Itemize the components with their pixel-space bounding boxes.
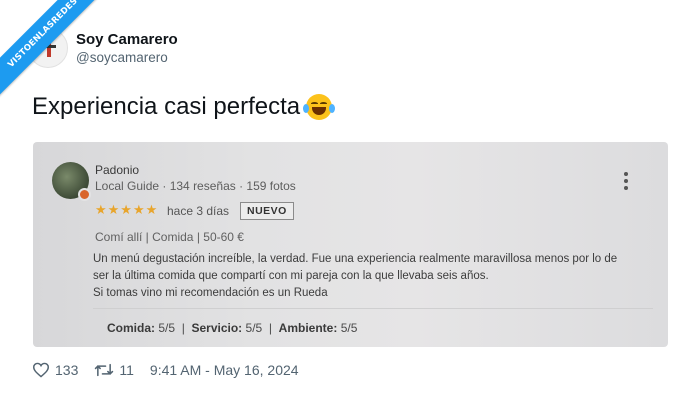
rating-value: 5/5 bbox=[340, 321, 358, 335]
rating-label: Ambiente: bbox=[278, 321, 338, 335]
heart-icon bbox=[32, 362, 50, 378]
like-button[interactable]: 133 bbox=[32, 362, 78, 378]
author-name[interactable]: Soy Camarero bbox=[76, 30, 178, 49]
star-rating: ★★★★★ bbox=[95, 202, 159, 217]
review-time: hace 3 días bbox=[167, 204, 230, 218]
tweet-footer: 133 11 9:41 AM - May 16, 2024 bbox=[32, 362, 299, 378]
local-guide-badge-icon bbox=[78, 188, 91, 201]
tweet-timestamp[interactable]: 9:41 AM - May 16, 2024 bbox=[150, 362, 299, 378]
tweet-text: Experiencia casi perfecta bbox=[32, 93, 336, 121]
tweet-text-content: Experiencia casi perfecta bbox=[32, 93, 301, 120]
like-count: 133 bbox=[55, 362, 79, 378]
rating-label: Comida: bbox=[107, 321, 155, 335]
rating-label: Servicio: bbox=[191, 321, 243, 335]
author-handle[interactable]: @soycamarero bbox=[76, 49, 178, 67]
review-text-line: ser la última comida que compartí con mi… bbox=[93, 270, 489, 282]
review-text-line: Un menú degustación increíble, la verdad… bbox=[93, 253, 618, 265]
retweet-count: 11 bbox=[119, 362, 134, 378]
review-text: Un menú degustación increíble, la verdad… bbox=[93, 251, 653, 302]
rating-value: 5/5 bbox=[245, 321, 263, 335]
retweet-button[interactable]: 11 bbox=[94, 362, 134, 378]
reviewer-meta: Local Guide · 134 reseñas · 159 fotos bbox=[95, 179, 296, 193]
review-text-line: Si tomas vino mi recomendación es un Rue… bbox=[93, 287, 328, 299]
reviewer-avatar bbox=[52, 162, 91, 201]
review-divider bbox=[93, 308, 653, 309]
new-badge: NUEVO bbox=[240, 202, 294, 220]
rating-value: 5/5 bbox=[158, 321, 176, 335]
tears-of-joy-icon bbox=[303, 94, 336, 120]
review-details: Comí allí | Comida | 50-60 € bbox=[95, 230, 244, 244]
more-options-icon bbox=[624, 172, 628, 190]
review-ratings: Comida: 5/5 | Servicio: 5/5 | Ambiente: … bbox=[107, 321, 358, 335]
reviewer-name: Padonio bbox=[95, 163, 140, 177]
review-screenshot-image[interactable]: Padonio Local Guide · 134 reseñas · 159 … bbox=[33, 142, 668, 347]
retweet-icon bbox=[95, 363, 114, 377]
